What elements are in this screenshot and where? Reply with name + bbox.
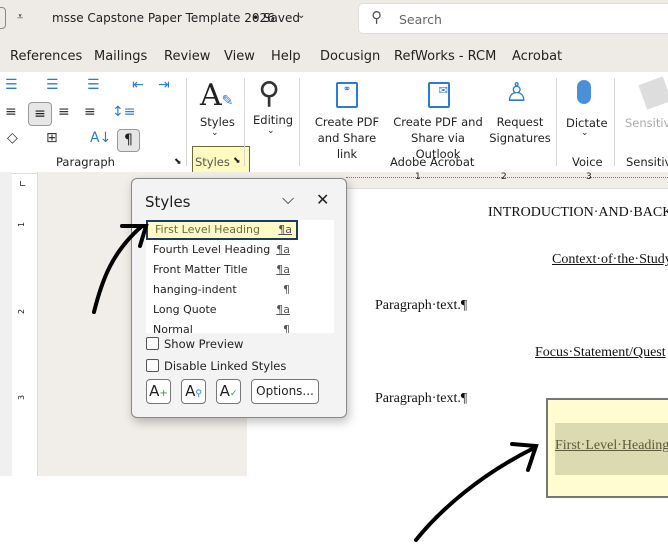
arrow-annotation	[92, 224, 144, 314]
arrow-annotation	[414, 446, 536, 542]
annotation-arrows	[92, 224, 539, 542]
